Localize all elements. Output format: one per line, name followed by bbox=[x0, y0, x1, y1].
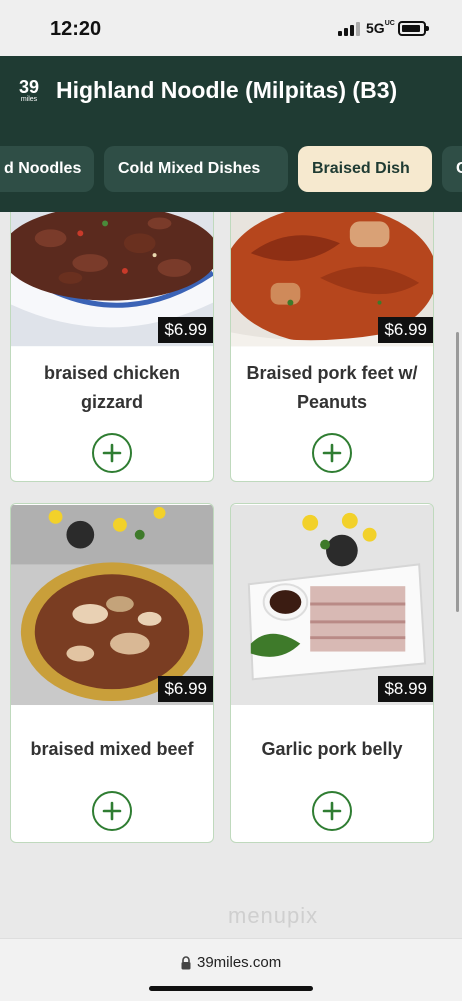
menu-item-card[interactable]: $6.99 braised mixed beef bbox=[10, 503, 214, 843]
logo[interactable]: 39 miles bbox=[14, 78, 44, 104]
menu-item-card[interactable]: $6.99 braised chicken gizzard bbox=[10, 212, 214, 482]
tab-noodles[interactable]: d Noodles bbox=[0, 146, 94, 192]
browser-url-bar[interactable]: 39miles.com bbox=[0, 938, 462, 1001]
restaurant-title: Highland Noodle (Milpitas) (B3) bbox=[56, 77, 398, 103]
menu-item-name: braised chicken gizzard bbox=[43, 363, 181, 412]
menu-item-card[interactable]: $6.99 Braised pork feet w/ Peanuts bbox=[230, 212, 434, 482]
plus-icon bbox=[102, 801, 122, 821]
lock-icon bbox=[181, 956, 191, 970]
tab-cold-mixed-dishes[interactable]: Cold Mixed Dishes bbox=[104, 146, 288, 192]
add-to-cart-button[interactable] bbox=[92, 433, 132, 473]
tab-next-category[interactable]: C bbox=[442, 146, 462, 192]
add-to-cart-button[interactable] bbox=[312, 433, 352, 473]
status-bar: 12:20 5GUC bbox=[0, 0, 462, 56]
scrollbar[interactable] bbox=[456, 332, 459, 612]
app-header: 39 miles Highland Noodle (Milpitas) (B3)… bbox=[0, 56, 462, 212]
price-badge: $6.99 bbox=[158, 317, 213, 343]
signal-icon bbox=[338, 22, 360, 36]
menu-item-name: braised mixed beef bbox=[30, 739, 194, 759]
home-indicator[interactable] bbox=[149, 986, 313, 991]
network-indicator: 5GUC bbox=[366, 20, 395, 36]
menu-item-name: Braised pork feet w/ Peanuts bbox=[246, 363, 418, 412]
menu-grid: $6.99 braised chicken gizzard $6.99 Brai… bbox=[0, 212, 462, 938]
battery-icon bbox=[398, 21, 429, 36]
add-to-cart-button[interactable] bbox=[92, 791, 132, 831]
tab-braised-dish[interactable]: Braised Dish bbox=[298, 146, 432, 192]
plus-icon bbox=[322, 801, 342, 821]
status-time: 12:20 bbox=[50, 18, 102, 40]
menu-item-name: Garlic pork belly bbox=[261, 739, 403, 759]
plus-icon bbox=[322, 443, 342, 463]
url-text: 39miles.com bbox=[197, 954, 282, 971]
price-badge: $6.99 bbox=[378, 317, 433, 343]
menu-item-card[interactable]: $8.99 Garlic pork belly bbox=[230, 503, 434, 843]
price-badge: $6.99 bbox=[158, 676, 213, 702]
price-badge: $8.99 bbox=[378, 676, 433, 702]
plus-icon bbox=[102, 443, 122, 463]
add-to-cart-button[interactable] bbox=[312, 791, 352, 831]
watermark: menupix bbox=[228, 903, 319, 928]
category-tabs: d Noodles Cold Mixed Dishes Braised Dish… bbox=[0, 146, 462, 192]
